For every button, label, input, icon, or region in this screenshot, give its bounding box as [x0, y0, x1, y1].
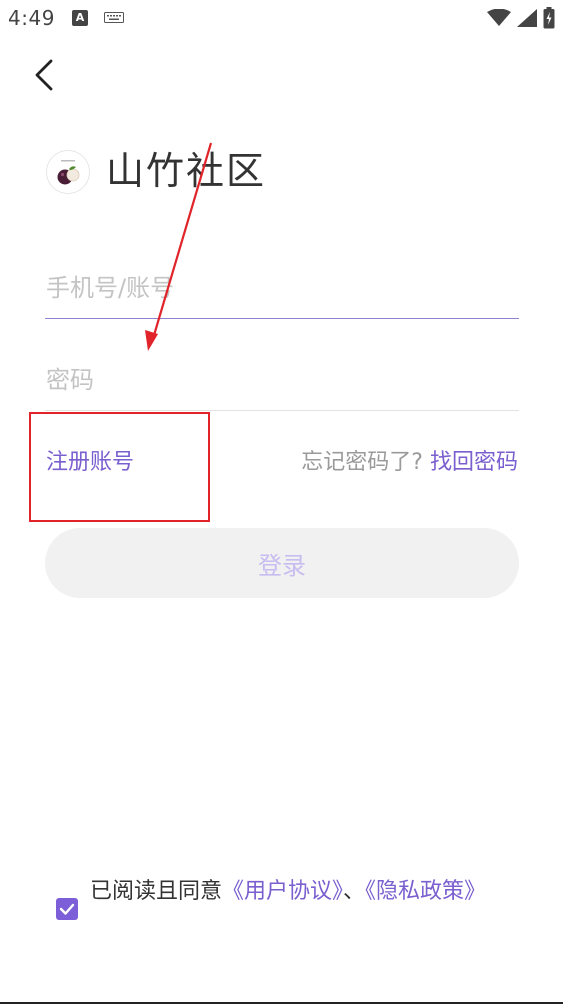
agreement-text: 已阅读且同意《用户协议》、《隐私政策》 — [90, 875, 500, 908]
chevron-left-icon — [35, 59, 53, 91]
privacy-policy-link[interactable]: 《隐私政策》 — [365, 879, 486, 904]
notification-a-icon: A — [72, 10, 88, 26]
annotation-arrow — [145, 142, 213, 351]
app-logo — [46, 150, 90, 194]
account-input[interactable] — [45, 258, 520, 318]
user-agreement-link[interactable]: 《用户协议》 — [222, 879, 343, 904]
battery-icon — [543, 7, 555, 29]
status-time: 4:49 — [8, 6, 55, 30]
retrieve-password-link[interactable]: 找回密码 — [430, 450, 518, 475]
forgot-password-row: 忘记密码了? 找回密码 — [301, 444, 518, 476]
agreement-checkbox[interactable] — [56, 898, 78, 920]
login-screen: 4:49 A 山竹社区 手机号/账号 注册账号 忘记密码了? 找回密码 登录 已… — [0, 0, 563, 1004]
status-icons — [487, 7, 555, 29]
signal-icon — [517, 9, 537, 27]
account-field — [45, 258, 520, 319]
agreement-prefix: 已阅读且同意 — [90, 879, 223, 904]
password-input[interactable] — [45, 350, 520, 410]
checkmark-icon — [59, 903, 75, 915]
status-bar: 4:49 A — [0, 0, 563, 36]
back-button[interactable] — [26, 54, 62, 96]
mangosteen-icon — [47, 151, 89, 193]
app-title: 山竹社区 — [106, 149, 267, 193]
forgot-password-text: 忘记密码了? — [301, 450, 423, 475]
wifi-icon — [487, 9, 511, 26]
agreement-separator: 、 — [343, 879, 366, 904]
password-field — [45, 350, 520, 411]
login-button[interactable]: 登录 — [45, 528, 519, 598]
keyboard-icon — [104, 12, 124, 23]
register-account-link[interactable]: 注册账号 — [46, 444, 134, 476]
